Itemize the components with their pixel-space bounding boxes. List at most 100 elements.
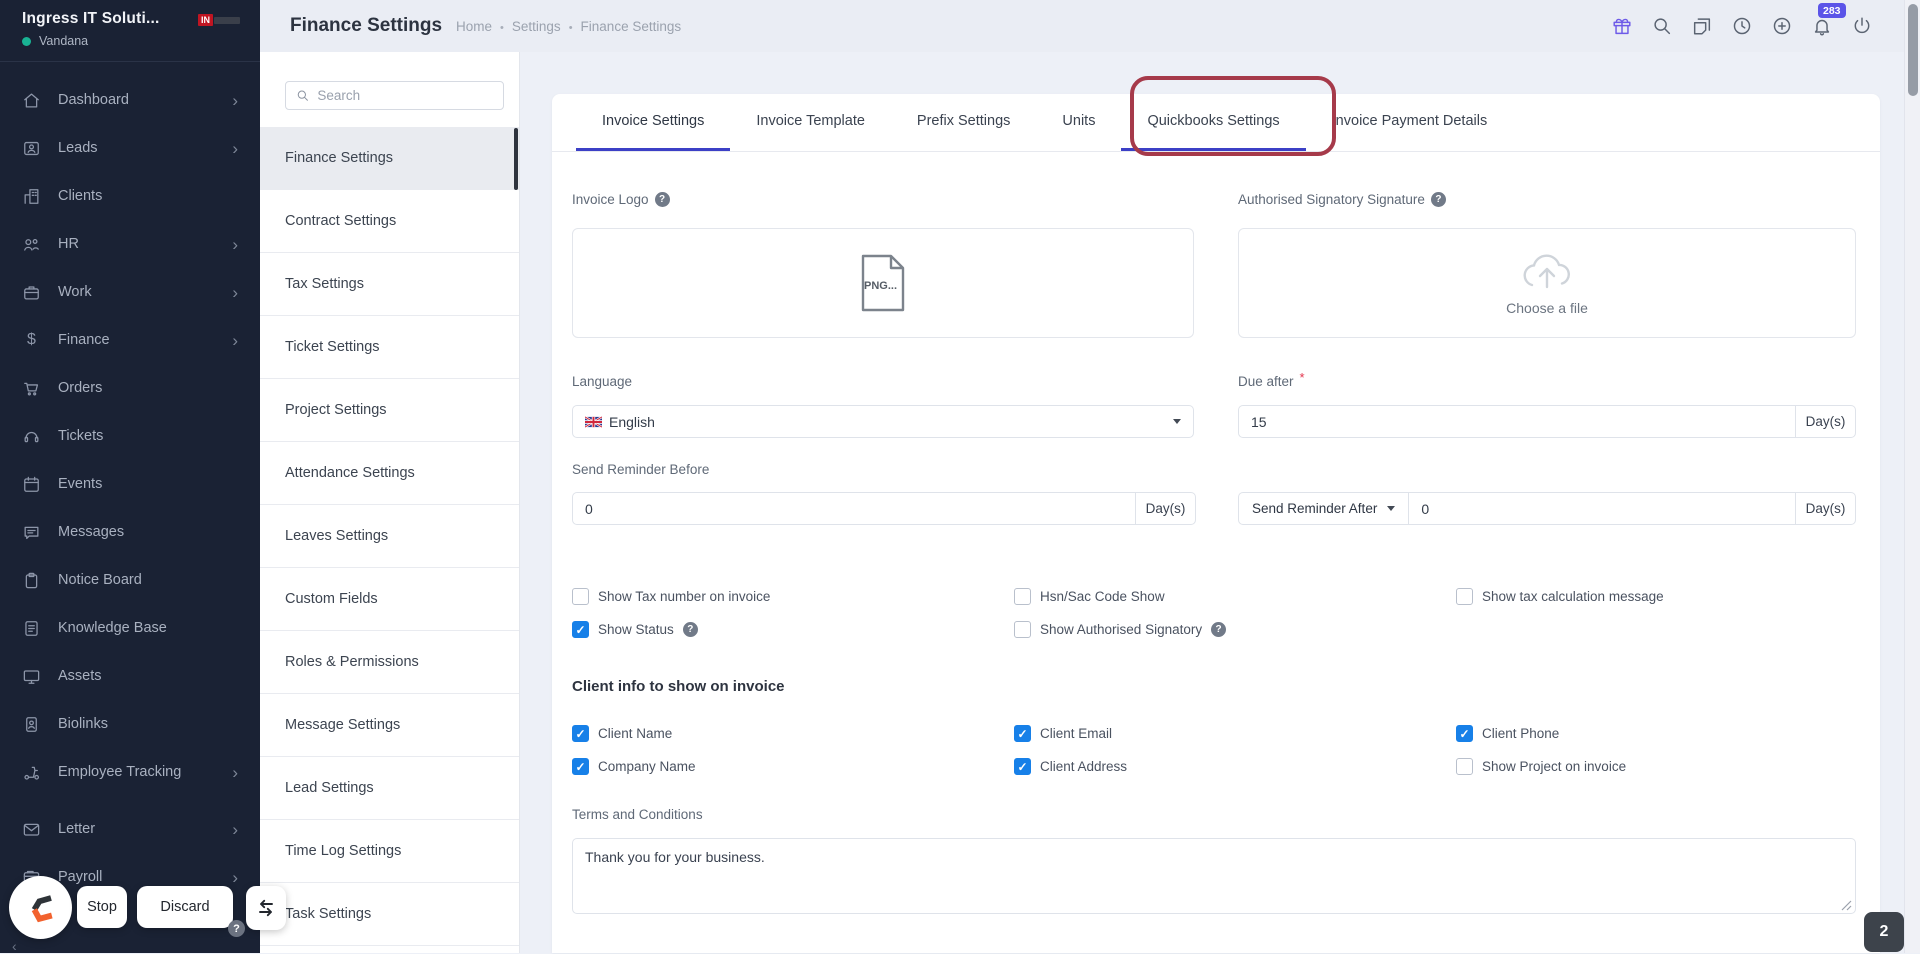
invoice-logo-upload[interactable]: PNG... bbox=[572, 228, 1194, 338]
checkbox-show-tax-number[interactable]: Show Tax number on invoice bbox=[572, 588, 1014, 605]
tab-units[interactable]: Units bbox=[1036, 94, 1121, 151]
tab-invoice-settings[interactable]: Invoice Settings bbox=[576, 94, 731, 151]
sidebar-item-finance[interactable]: $ Finance bbox=[0, 316, 260, 364]
checkbox-icon bbox=[1456, 758, 1473, 775]
reminder-after-unit: Day(s) bbox=[1795, 493, 1855, 524]
vertical-scrollbar[interactable] bbox=[1904, 0, 1920, 953]
chevron-right-icon bbox=[232, 92, 238, 109]
language-value: English bbox=[609, 413, 655, 430]
sidebar-item-tickets[interactable]: Tickets bbox=[0, 412, 260, 460]
home-icon bbox=[22, 91, 41, 110]
notes-icon[interactable] bbox=[1690, 14, 1714, 38]
checkbox-tax-calculation-message[interactable]: Show tax calculation message bbox=[1456, 588, 1664, 605]
settings-item-roles-permissions[interactable]: Roles & Permissions bbox=[260, 631, 519, 694]
checkbox-client-email[interactable]: Client Email bbox=[1014, 725, 1456, 742]
settings-item-project-settings[interactable]: Project Settings bbox=[260, 379, 519, 442]
reminder-before-input[interactable] bbox=[573, 493, 1135, 524]
sidebar-item-knowledge-base[interactable]: Knowledge Base bbox=[0, 604, 260, 652]
notifications-icon[interactable]: 283 bbox=[1810, 3, 1846, 38]
checkbox-icon bbox=[1014, 621, 1031, 638]
tab-prefix-settings[interactable]: Prefix Settings bbox=[891, 94, 1037, 151]
breadcrumb-current: Finance Settings bbox=[580, 18, 682, 34]
chevron-right-icon bbox=[232, 236, 238, 253]
sidebar-item-orders[interactable]: Orders bbox=[0, 364, 260, 412]
sidebar-item-dashboard[interactable]: Dashboard bbox=[0, 76, 260, 124]
swap-button[interactable] bbox=[246, 886, 286, 930]
due-after-input[interactable] bbox=[1239, 406, 1795, 437]
header-actions: 283 bbox=[1610, 3, 1874, 38]
checkbox-client-phone[interactable]: Client Phone bbox=[1456, 725, 1559, 742]
breadcrumb-settings[interactable]: Settings bbox=[512, 19, 561, 34]
stop-button[interactable]: Stop bbox=[77, 886, 127, 928]
breadcrumb-home[interactable]: Home bbox=[456, 19, 492, 34]
sidebar-item-assets[interactable]: Assets bbox=[0, 652, 260, 700]
search-icon[interactable] bbox=[1650, 14, 1674, 38]
sidebar-item-notice-board[interactable]: Notice Board bbox=[0, 556, 260, 604]
sidebar-item-letter[interactable]: Letter bbox=[0, 805, 260, 853]
tab-invoice-payment-details[interactable]: Invoice Payment Details bbox=[1306, 94, 1514, 151]
settings-item-leaves-settings[interactable]: Leaves Settings bbox=[260, 505, 519, 568]
sidebar-item-events[interactable]: Events bbox=[0, 460, 260, 508]
brand-logo: IN bbox=[198, 14, 240, 26]
sidebar-item-clients[interactable]: Clients bbox=[0, 172, 260, 220]
recorder-brand-logo[interactable] bbox=[9, 876, 72, 939]
checkbox-checked-icon bbox=[1456, 725, 1473, 742]
finance-settings-card: Invoice Settings Invoice Template Prefix… bbox=[552, 94, 1880, 953]
gift-icon[interactable] bbox=[1610, 14, 1634, 38]
settings-item-attendance-settings[interactable]: Attendance Settings bbox=[260, 442, 519, 505]
required-asterisk bbox=[1300, 370, 1305, 385]
power-icon[interactable] bbox=[1850, 14, 1874, 38]
sidebar-item-biolinks[interactable]: Biolinks bbox=[0, 700, 260, 748]
sidebar-item-work[interactable]: Work bbox=[0, 268, 260, 316]
settings-search[interactable] bbox=[285, 81, 504, 110]
language-select[interactable]: English bbox=[572, 405, 1194, 438]
history-icon[interactable] bbox=[1730, 14, 1754, 38]
due-after-group: Day(s) bbox=[1238, 405, 1856, 438]
settings-item-finance-settings[interactable]: Finance Settings bbox=[260, 127, 519, 190]
discard-button[interactable]: Discard bbox=[137, 886, 233, 928]
sidebar-item-employee-tracking[interactable]: Employee Tracking bbox=[0, 748, 260, 796]
tab-quickbooks-settings[interactable]: Quickbooks Settings bbox=[1121, 94, 1306, 151]
help-icon[interactable] bbox=[682, 622, 698, 637]
signature-upload[interactable]: Choose a file bbox=[1238, 228, 1856, 338]
settings-nav-scrollbar-thumb[interactable] bbox=[514, 128, 518, 190]
settings-item-task-settings[interactable]: Task Settings bbox=[260, 883, 519, 946]
checkbox-show-authorised-signatory[interactable]: Show Authorised Signatory bbox=[1014, 621, 1227, 638]
company-header[interactable]: Ingress IT Soluti... Vandana IN bbox=[0, 0, 260, 62]
sidebar-item-messages[interactable]: Messages bbox=[0, 508, 260, 556]
terms-textarea[interactable]: Thank you for your business. bbox=[572, 838, 1856, 914]
checkbox-hsn-sac-code[interactable]: Hsn/Sac Code Show bbox=[1014, 588, 1456, 605]
settings-item-custom-fields[interactable]: Custom Fields bbox=[260, 568, 519, 631]
page-title: Finance Settings bbox=[290, 15, 443, 36]
help-icon[interactable] bbox=[1211, 622, 1227, 637]
tab-invoice-template[interactable]: Invoice Template bbox=[730, 94, 891, 151]
help-icon[interactable] bbox=[1430, 192, 1446, 207]
chevron-down-icon bbox=[1387, 506, 1396, 511]
settings-item-contract-settings[interactable]: Contract Settings bbox=[260, 190, 519, 253]
settings-item-ticket-settings[interactable]: Ticket Settings bbox=[260, 316, 519, 379]
reminder-before-unit: Day(s) bbox=[1135, 493, 1195, 524]
reminder-after-input[interactable] bbox=[1409, 493, 1795, 524]
help-icon[interactable] bbox=[654, 192, 670, 207]
help-bubble-icon[interactable] bbox=[228, 920, 245, 937]
settings-item-time-log-settings[interactable]: Time Log Settings bbox=[260, 820, 519, 883]
online-status-dot bbox=[22, 36, 31, 46]
people-icon bbox=[22, 235, 41, 254]
checkbox-client-address[interactable]: Client Address bbox=[1014, 758, 1456, 775]
calendar-icon bbox=[22, 475, 41, 494]
reminder-after-dropdown[interactable]: Send Reminder After bbox=[1239, 493, 1410, 524]
settings-item-tax-settings[interactable]: Tax Settings bbox=[260, 253, 519, 316]
sidebar-item-leads[interactable]: Leads bbox=[0, 124, 260, 172]
sidebar-item-hr[interactable]: HR bbox=[0, 220, 260, 268]
settings-item-message-settings[interactable]: Message Settings bbox=[260, 694, 519, 757]
checkbox-show-project[interactable]: Show Project on invoice bbox=[1456, 758, 1626, 775]
dollar-icon: $ bbox=[27, 331, 36, 348]
settings-item-lead-settings[interactable]: Lead Settings bbox=[260, 757, 519, 820]
checkbox-company-name[interactable]: Company Name bbox=[572, 758, 1014, 775]
add-icon[interactable] bbox=[1770, 14, 1794, 38]
collapse-sidebar-icon[interactable] bbox=[12, 938, 17, 954]
checkbox-show-status[interactable]: Show Status bbox=[572, 621, 1014, 638]
search-input[interactable] bbox=[317, 88, 493, 103]
scrollbar-thumb[interactable] bbox=[1908, 4, 1918, 96]
checkbox-client-name[interactable]: Client Name bbox=[572, 725, 1014, 742]
